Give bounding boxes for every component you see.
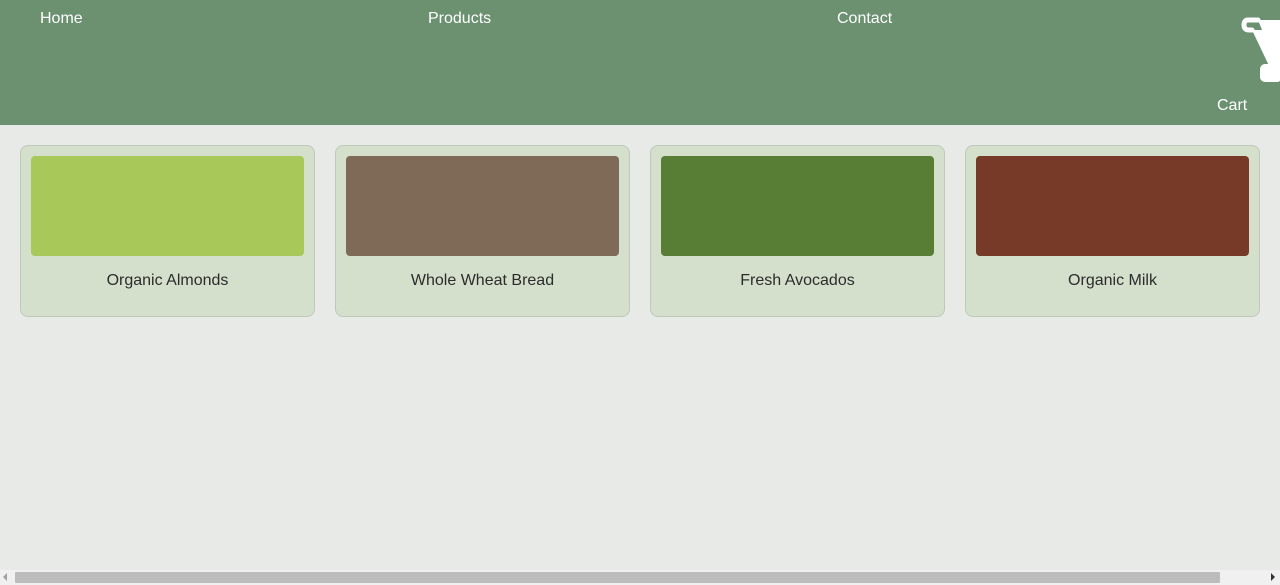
product-name: Fresh Avocados	[740, 272, 855, 289]
nav-contact-link[interactable]: Contact	[837, 10, 892, 28]
page: Home Products Contact Cart Organic Almon…	[0, 0, 1280, 585]
product-card[interactable]: Organic Milk	[965, 145, 1260, 317]
nav-products-link[interactable]: Products	[428, 10, 491, 28]
product-grid: Organic Almonds Whole Wheat Bread Fresh …	[20, 145, 1260, 317]
nav-home-link[interactable]: Home	[40, 10, 83, 28]
product-name: Organic Almonds	[106, 272, 229, 289]
product-image	[31, 156, 304, 256]
product-image	[976, 156, 1249, 256]
horizontal-scrollbar[interactable]	[0, 570, 1280, 585]
product-image	[661, 156, 934, 256]
scrollbar-thumb[interactable]	[15, 572, 1220, 583]
product-card[interactable]: Whole Wheat Bread	[335, 145, 630, 317]
shopping-cart-icon[interactable]	[1240, 16, 1280, 86]
cart-label[interactable]: Cart	[1217, 97, 1247, 115]
product-card[interactable]: Fresh Avocados	[650, 145, 945, 317]
product-name: Organic Milk	[1068, 272, 1157, 289]
scroll-right-arrow-icon[interactable]	[1271, 573, 1275, 581]
product-card[interactable]: Organic Almonds	[20, 145, 315, 317]
scroll-left-arrow-icon[interactable]	[3, 573, 7, 581]
product-image	[346, 156, 619, 256]
product-name: Whole Wheat Bread	[410, 272, 555, 289]
site-header: Home Products Contact Cart	[0, 0, 1280, 125]
